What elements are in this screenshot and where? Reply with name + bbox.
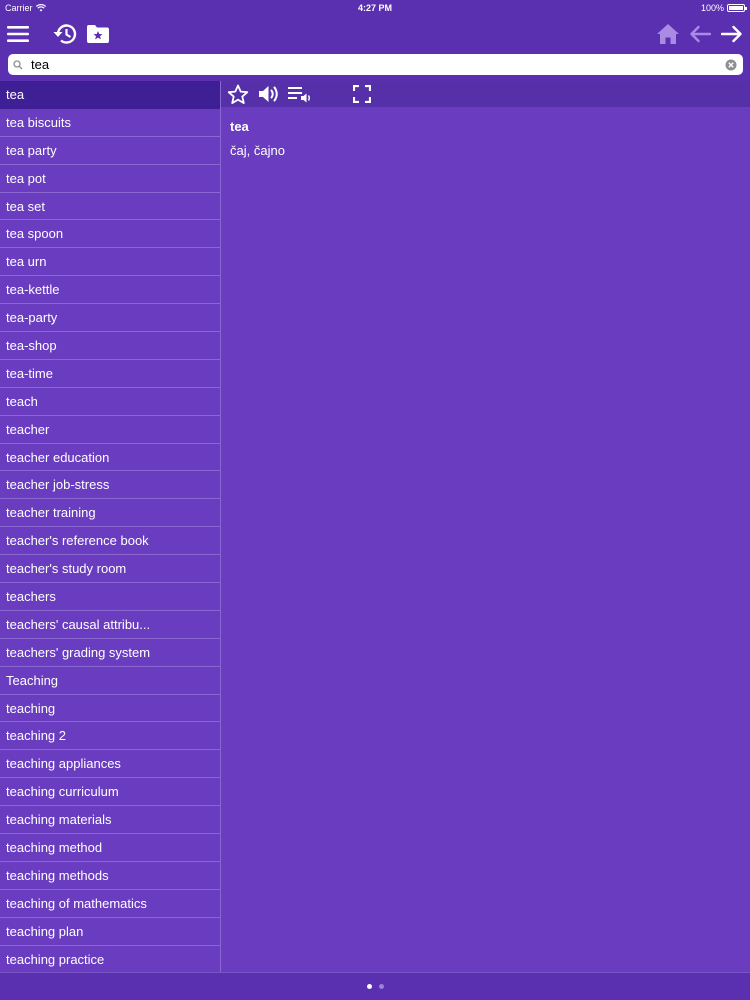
home-button[interactable]	[652, 18, 684, 50]
history-icon	[53, 24, 77, 44]
word-list-item[interactable]: teacher job-stress	[0, 471, 220, 500]
page-indicator[interactable]	[0, 984, 750, 989]
fullscreen-icon	[353, 85, 371, 103]
word-list-item[interactable]: teaching 2	[0, 722, 220, 751]
clock: 4:27 PM	[357, 3, 392, 13]
word-list-item[interactable]: tea-party	[0, 304, 220, 333]
page-dot[interactable]	[366, 984, 372, 989]
word-list-item[interactable]: tea-kettle	[0, 276, 220, 305]
entry-detail-pane: tea čaj, čajno	[221, 107, 750, 972]
forward-arrow-icon	[721, 25, 742, 43]
status-bar: Carrier 4:27 PM 100%	[0, 0, 750, 16]
word-list-item[interactable]: teacher	[0, 416, 220, 444]
app-window: Carrier 4:27 PM 100% tea tea tea biscuit…	[0, 0, 750, 1000]
page-dot[interactable]	[378, 984, 384, 989]
entry-headword: tea	[230, 119, 249, 134]
word-list-item[interactable]: teach	[0, 388, 220, 416]
bottom-bar	[0, 972, 750, 1000]
fullscreen-button[interactable]	[351, 83, 373, 105]
word-list-item[interactable]: teaching	[0, 695, 220, 723]
search-input[interactable]	[29, 55, 723, 74]
word-list-item[interactable]: teaching of mathematics	[0, 890, 220, 918]
word-list-item[interactable]: teaching method	[0, 834, 220, 862]
word-list-item[interactable]: teachers' grading system	[0, 639, 220, 667]
word-list-item[interactable]: tea urn	[0, 248, 220, 277]
favorites-folder-icon	[87, 25, 109, 43]
playlist-audio-icon	[288, 87, 310, 103]
clear-icon	[725, 59, 737, 70]
word-list-item[interactable]: tea pot	[0, 165, 220, 193]
word-list-item[interactable]: tea-shop	[0, 332, 220, 360]
word-list-item[interactable]: teacher education	[0, 444, 220, 472]
word-list-item[interactable]: teachers	[0, 583, 220, 611]
word-list-item[interactable]: teaching appliances	[0, 750, 220, 779]
word-list-item[interactable]: teaching practice	[0, 946, 220, 972]
favorites-button[interactable]	[82, 18, 114, 50]
clear-search-button[interactable]	[723, 57, 739, 73]
word-list-item[interactable]: tea-time	[0, 360, 220, 388]
word-list-item[interactable]: tea set	[0, 193, 220, 221]
battery-percent: 100%	[700, 3, 724, 13]
word-list-item[interactable]: tea	[0, 81, 220, 109]
word-list-item[interactable]: tea party	[0, 137, 220, 165]
home-icon	[657, 24, 679, 44]
word-list-item[interactable]: teacher's study room	[0, 555, 220, 584]
history-button[interactable]	[49, 18, 81, 50]
search-icon	[13, 57, 29, 73]
word-list-item[interactable]: teachers' causal attribu...	[0, 611, 220, 639]
word-list-item[interactable]: tea biscuits	[0, 109, 220, 137]
back-button[interactable]	[684, 18, 716, 50]
forward-button[interactable]	[716, 18, 748, 50]
battery-icon	[727, 4, 747, 12]
pronounce-button[interactable]	[257, 83, 281, 105]
top-toolbar	[0, 16, 750, 52]
word-list-item[interactable]: tea spoon	[0, 220, 220, 249]
word-list: tea tea biscuits tea party tea pot tea set te…	[0, 81, 220, 972]
search-bar	[8, 54, 743, 75]
word-list-item[interactable]: teaching curriculum	[0, 778, 220, 807]
menu-button[interactable]	[2, 18, 34, 50]
word-list-item[interactable]: Teaching	[0, 667, 220, 695]
menu-icon	[7, 26, 29, 42]
word-list-item[interactable]: teacher's reference book	[0, 527, 220, 556]
back-arrow-icon	[690, 25, 711, 43]
word-list-item[interactable]: teaching plan	[0, 918, 220, 946]
favorite-star-button[interactable]	[226, 83, 250, 105]
battery-indicator: 100%	[700, 3, 747, 13]
speaker-icon	[259, 86, 278, 102]
word-list-item[interactable]: teacher training	[0, 499, 220, 528]
speak-list-button[interactable]	[287, 83, 313, 105]
word-list-item[interactable]: teaching materials	[0, 806, 220, 835]
star-outline-icon	[227, 84, 249, 104]
entry-translation: čaj, čajno	[230, 143, 285, 158]
word-list-item[interactable]: teaching methods	[0, 862, 220, 890]
entry-toolbar	[221, 81, 750, 107]
